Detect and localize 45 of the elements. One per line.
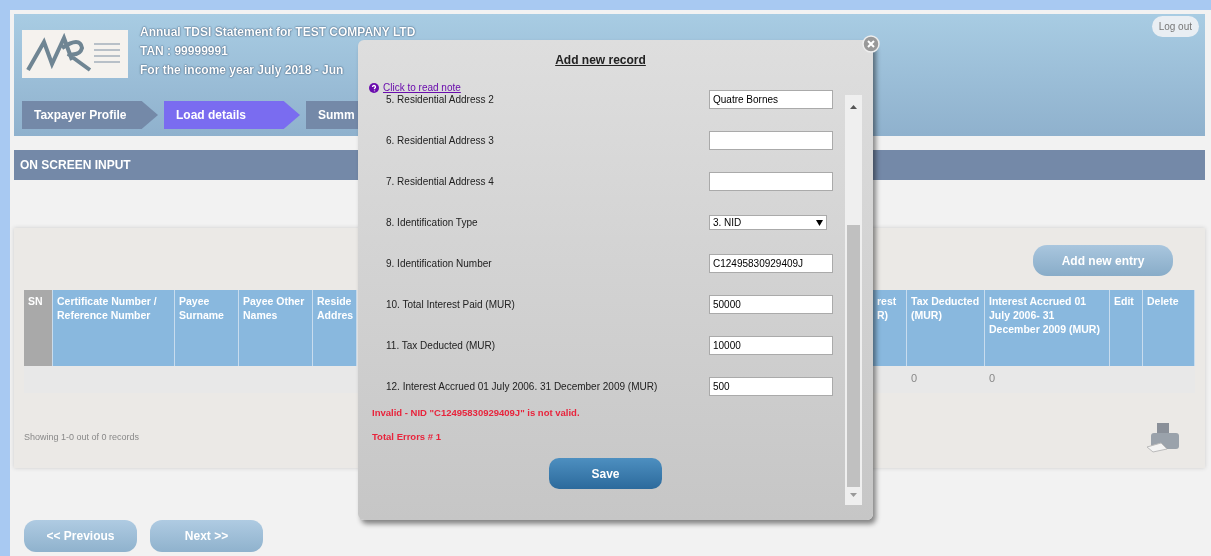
step-tab[interactable]: Taxpayer Profile <box>22 101 158 129</box>
column-header: SN <box>24 290 53 366</box>
input-field[interactable]: 10000 <box>709 336 833 355</box>
question-icon <box>369 82 379 93</box>
field-label: 12. Interest Accrued 01 July 2006. 31 December 2009 (MUR) <box>386 381 659 392</box>
read-note-link[interactable]: Click to read note <box>369 82 461 93</box>
close-icon[interactable] <box>862 35 880 53</box>
column-header: Payee Other Names <box>239 290 313 366</box>
header-title: Annual TDSI Statement for TEST COMPANY LTD <box>140 24 416 40</box>
table-cell-text: 0 <box>988 371 997 386</box>
column-header: Certificate Number / Reference Number <box>53 290 175 366</box>
table-cell-text: 0 <box>910 371 919 386</box>
logo-icon <box>22 30 128 78</box>
error-message: Invalid - NID "C12495830929409J" is not valid. <box>372 407 581 418</box>
header-title: For the income year July 2018 - Jun <box>140 62 345 78</box>
step-tab[interactable]: Load details <box>164 101 300 129</box>
column-header: Interest Accrued 01 July 2006- 31 December 2009 (MUR) <box>985 290 1110 366</box>
error-message: Total Errors # 1 <box>372 431 442 442</box>
records-info: Showing 1-0 out of 0 records <box>24 432 140 442</box>
column-header: Edit <box>1110 290 1143 366</box>
input-field[interactable]: Quatre Bornes <box>709 90 833 109</box>
field-label: 5. Residential Address 2 <box>386 94 495 105</box>
input-field[interactable]: 500 <box>709 377 833 396</box>
input-field[interactable] <box>709 131 833 150</box>
printer-icon[interactable] <box>1145 421 1181 453</box>
caret-icon <box>816 219 823 226</box>
input-field[interactable]: C12495830929409J <box>709 254 833 273</box>
logout-button[interactable]: Log out <box>1151 16 1199 37</box>
column-header: Tax Deducted (MUR) <box>907 290 985 366</box>
dialog-title: Add new record <box>555 53 646 67</box>
field-label: 6. Residential Address 3 <box>386 135 495 146</box>
column-header: rest R) <box>873 290 907 366</box>
field-label: 9. Identification Number <box>386 258 493 269</box>
select-field[interactable]: 3. NID <box>709 215 827 230</box>
field-label: 10. Total Interest Paid (MUR) <box>386 299 516 310</box>
scrollbar[interactable] <box>845 95 862 505</box>
field-label: 8. Identification Type <box>386 217 479 228</box>
header-title: TAN : 99999991 <box>140 43 229 59</box>
input-field[interactable]: 50000 <box>709 295 833 314</box>
field-label: 11. Tax Deducted (MUR) <box>386 340 497 351</box>
save-button[interactable]: Save <box>549 458 662 489</box>
input-field[interactable] <box>709 172 833 191</box>
column-header: Reside Addres <box>313 290 357 366</box>
column-header: Payee Surname <box>175 290 239 366</box>
column-header: Delete <box>1143 290 1195 366</box>
